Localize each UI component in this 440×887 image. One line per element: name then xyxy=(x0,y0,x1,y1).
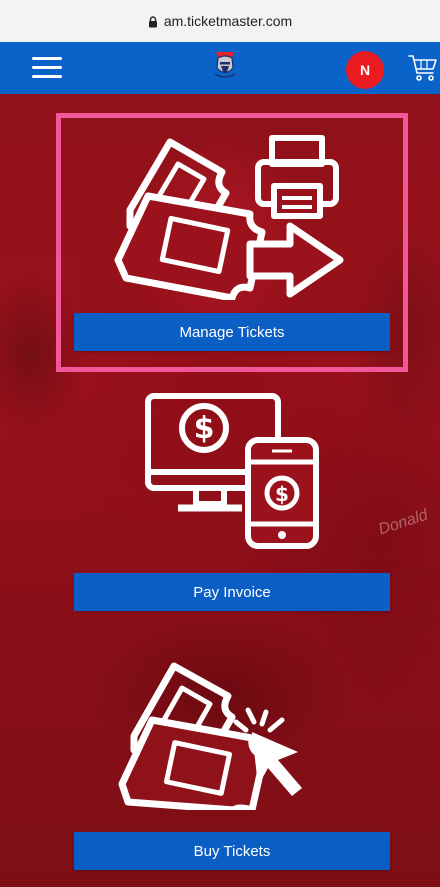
buy-tickets-button[interactable]: Buy Tickets xyxy=(74,832,390,870)
manage-tickets-button[interactable]: Manage Tickets xyxy=(74,313,390,351)
browser-url-bar[interactable]: am.ticketmaster.com xyxy=(0,0,440,42)
user-avatar[interactable]: N xyxy=(346,51,384,89)
lock-icon xyxy=(148,16,157,28)
knights-logo-icon[interactable] xyxy=(212,50,238,80)
pay-invoice-button[interactable]: Pay Invoice xyxy=(74,573,390,611)
tickets-printer-arrow-icon xyxy=(114,135,344,300)
computer-phone-dollar-icon: $ $ xyxy=(145,393,319,549)
svg-text:$: $ xyxy=(275,482,289,506)
url-text: am.ticketmaster.com xyxy=(163,13,293,29)
svg-text:$: $ xyxy=(194,411,215,446)
app-screen: am.ticketmaster.com N Donald Manage Tick… xyxy=(0,0,440,887)
shopping-cart-icon[interactable] xyxy=(408,54,438,82)
hamburger-menu-icon[interactable] xyxy=(32,57,64,79)
app-header: N xyxy=(0,42,440,94)
tickets-cursor-icon xyxy=(118,662,302,810)
